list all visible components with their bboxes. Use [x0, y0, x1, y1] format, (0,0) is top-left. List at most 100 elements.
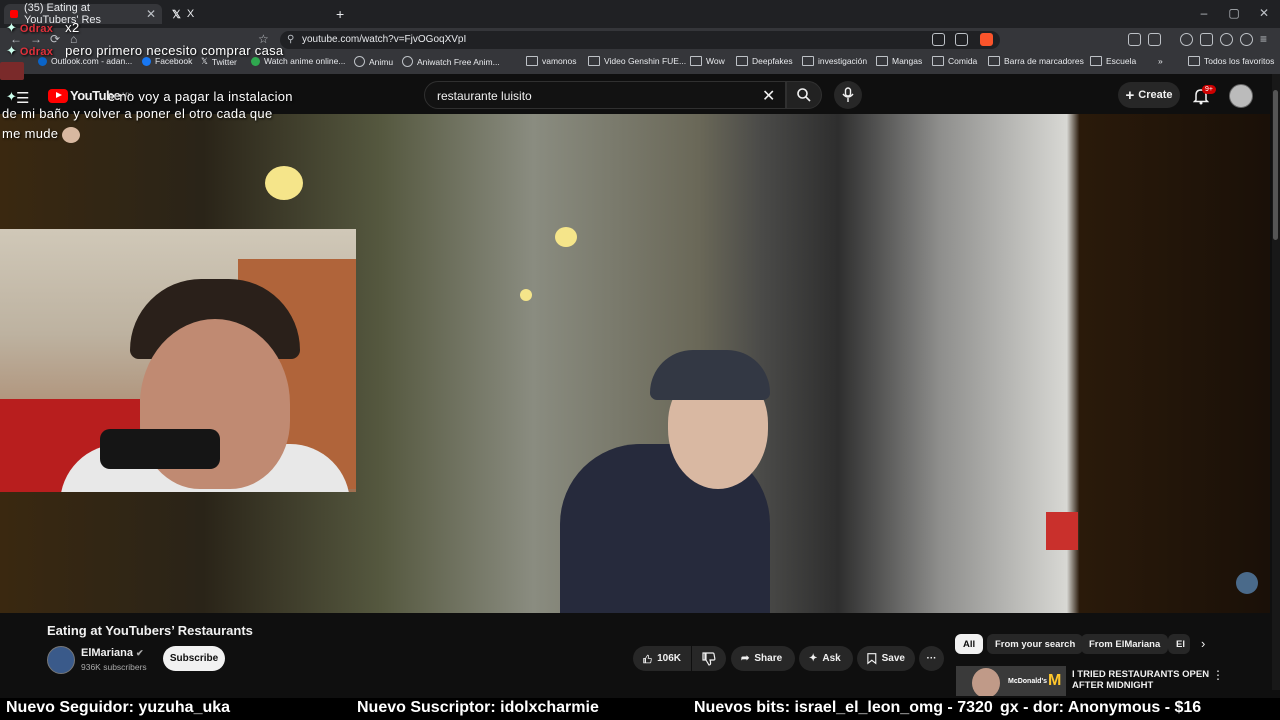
recommendation-title[interactable]: I TRIED RESTAURANTS OPEN AFTER MIDNIGHT: [1072, 669, 1212, 691]
chevron-right-icon[interactable]: ›: [1201, 636, 1205, 651]
new-tab-button[interactable]: +: [336, 4, 344, 24]
maximize-button[interactable]: ▢: [1224, 6, 1244, 20]
microphone-icon: [842, 87, 854, 102]
bookmark-label: Animu: [369, 56, 394, 67]
more-actions-button[interactable]: ···: [919, 646, 944, 671]
ask-button[interactable]: ✦ Ask: [799, 646, 853, 671]
bookmark-folder-mangas[interactable]: Mangas: [876, 56, 922, 66]
bookmark-folder-genshin[interactable]: Video Genshin FUE...: [588, 56, 686, 66]
bookmark-folder-deepfakes[interactable]: Deepfakes: [736, 56, 793, 66]
close-tab-icon[interactable]: ✕: [146, 7, 156, 21]
create-button[interactable]: + Create: [1118, 82, 1180, 108]
bookmark-aniwatch[interactable]: Aniwatch Free Anim...: [402, 56, 500, 67]
folder-icon: [526, 56, 538, 66]
like-count: 106K: [657, 653, 681, 664]
ticker-alert: Nuevo Suscriptor: idolxcharmie: [357, 699, 599, 716]
search-input[interactable]: [435, 88, 739, 104]
chip-from-channel[interactable]: From ElMariana: [1081, 634, 1169, 654]
bookmark-folder-escuela[interactable]: Escuela: [1090, 56, 1136, 66]
search-box[interactable]: [424, 81, 786, 109]
url-field[interactable]: ⚲ youtube.com/watch?v=FjvOGoqXVpI: [280, 31, 1000, 49]
chat-username: Odrax: [19, 23, 54, 35]
thumbs-down-icon: [702, 651, 716, 666]
folder-icon: [876, 56, 888, 66]
bookmark-icon: [867, 653, 877, 665]
chip-all[interactable]: All: [955, 634, 984, 654]
channel-name[interactable]: ElMariana ✔: [81, 647, 144, 659]
channel-watermark-icon[interactable]: [1236, 572, 1258, 594]
voice-search-button[interactable]: [834, 81, 862, 109]
bookmark-folder-barra[interactable]: Barra de marcadores: [988, 56, 1084, 66]
streamer-webcam: [0, 229, 356, 492]
share-label: Share: [754, 653, 783, 664]
bookmark-label: Mangas: [892, 56, 923, 66]
folder-icon: [1090, 56, 1102, 66]
create-label: Create: [1138, 89, 1173, 101]
verified-icon: ✔: [136, 648, 144, 658]
folder-icon: [588, 56, 600, 66]
chip-from-your-search[interactable]: From your search: [987, 634, 1084, 654]
extensions-icon[interactable]: [1128, 33, 1141, 46]
site-info-icon[interactable]: ⚲: [287, 31, 294, 49]
bookmark-label: Todos los favoritos: [1204, 56, 1275, 66]
vpn-icon[interactable]: [1240, 33, 1253, 46]
chat-badge-icon: ✦: [6, 43, 18, 58]
search-button[interactable]: [786, 81, 822, 109]
media-icon[interactable]: [1180, 33, 1193, 46]
ceiling-lamp: [265, 166, 303, 200]
chat-message: de mi baño y volver a poner el otro cada…: [2, 106, 272, 121]
mcdonalds-logo-icon: M: [1048, 672, 1062, 689]
chat-text: me mude: [2, 126, 59, 141]
folder-icon: [802, 56, 814, 66]
recommendation-menu-icon[interactable]: ⋮: [1212, 668, 1224, 682]
more-bookmarks-button[interactable]: »: [1158, 56, 1163, 66]
search-icon: [797, 88, 811, 102]
chat-text: e no voy a pagar la instalacion: [107, 89, 293, 104]
share-icon: ➦: [741, 653, 750, 664]
wallet-icon[interactable]: [1200, 33, 1213, 46]
folder-icon: [1188, 56, 1200, 66]
all-bookmarks-folder[interactable]: Todos los favoritos: [1188, 56, 1274, 66]
youtube-favicon-icon: [10, 10, 18, 18]
like-button[interactable]: 106K: [633, 646, 691, 671]
leo-ai-icon[interactable]: [1220, 33, 1233, 46]
minimize-button[interactable]: –: [1194, 6, 1214, 20]
bookmark-label: Deepfakes: [752, 56, 793, 66]
chat-text: pero primero necesito comprar casa: [65, 43, 284, 58]
chat-emote: [0, 62, 24, 80]
save-button[interactable]: Save: [857, 646, 915, 671]
bookmark-label: investigación: [818, 56, 868, 66]
bookmark-label: Comida: [948, 56, 978, 66]
scrollbar-thumb[interactable]: [1273, 90, 1278, 240]
menu-icon[interactable]: ≡: [1260, 32, 1267, 46]
brave-shield-icon[interactable]: [980, 33, 993, 46]
sparkle-icon: ✦: [809, 653, 818, 664]
dislike-button[interactable]: [692, 646, 726, 671]
wall-sign: [1046, 512, 1078, 550]
channel-avatar[interactable]: [47, 646, 75, 674]
bookmark-label: Twitter: [211, 56, 237, 67]
bookmark-folder-wow[interactable]: Wow: [690, 56, 725, 66]
bookmark-folder-comida[interactable]: Comida: [932, 56, 977, 66]
subscribe-button[interactable]: Subscribe: [163, 646, 225, 671]
bookmark-label: Barra de marcadores: [1004, 56, 1084, 66]
share-page-icon[interactable]: [955, 33, 968, 46]
share-button[interactable]: ➦ Share: [731, 646, 795, 671]
close-window-button[interactable]: ✕: [1254, 6, 1274, 20]
bookmark-folder-vamonos[interactable]: vamonos: [526, 56, 577, 66]
folder-icon: [736, 56, 748, 66]
tab-x[interactable]: 𝕏 X: [172, 4, 194, 24]
recommendation-thumbnail[interactable]: McDonald's M: [956, 666, 1066, 696]
cast-icon[interactable]: [932, 33, 945, 46]
account-avatar[interactable]: [1229, 84, 1253, 108]
clear-search-icon[interactable]: ✕: [762, 86, 775, 106]
ask-label: Ask: [822, 653, 841, 664]
chip-el[interactable]: El: [1168, 634, 1190, 654]
sidebar-icon[interactable]: [1148, 33, 1161, 46]
browser-tab-bar: (35) Eating at YouTubers' Res ✕ 𝕏 X + – …: [0, 0, 1280, 28]
bookmark-animu[interactable]: Animu: [354, 56, 393, 67]
bookmark-folder-investigacion[interactable]: investigación: [802, 56, 867, 66]
bookmark-label: Video Genshin FUE...: [604, 56, 687, 66]
chat-emote-icon: [62, 126, 81, 143]
chat-badge-icon: ✦: [6, 89, 18, 104]
